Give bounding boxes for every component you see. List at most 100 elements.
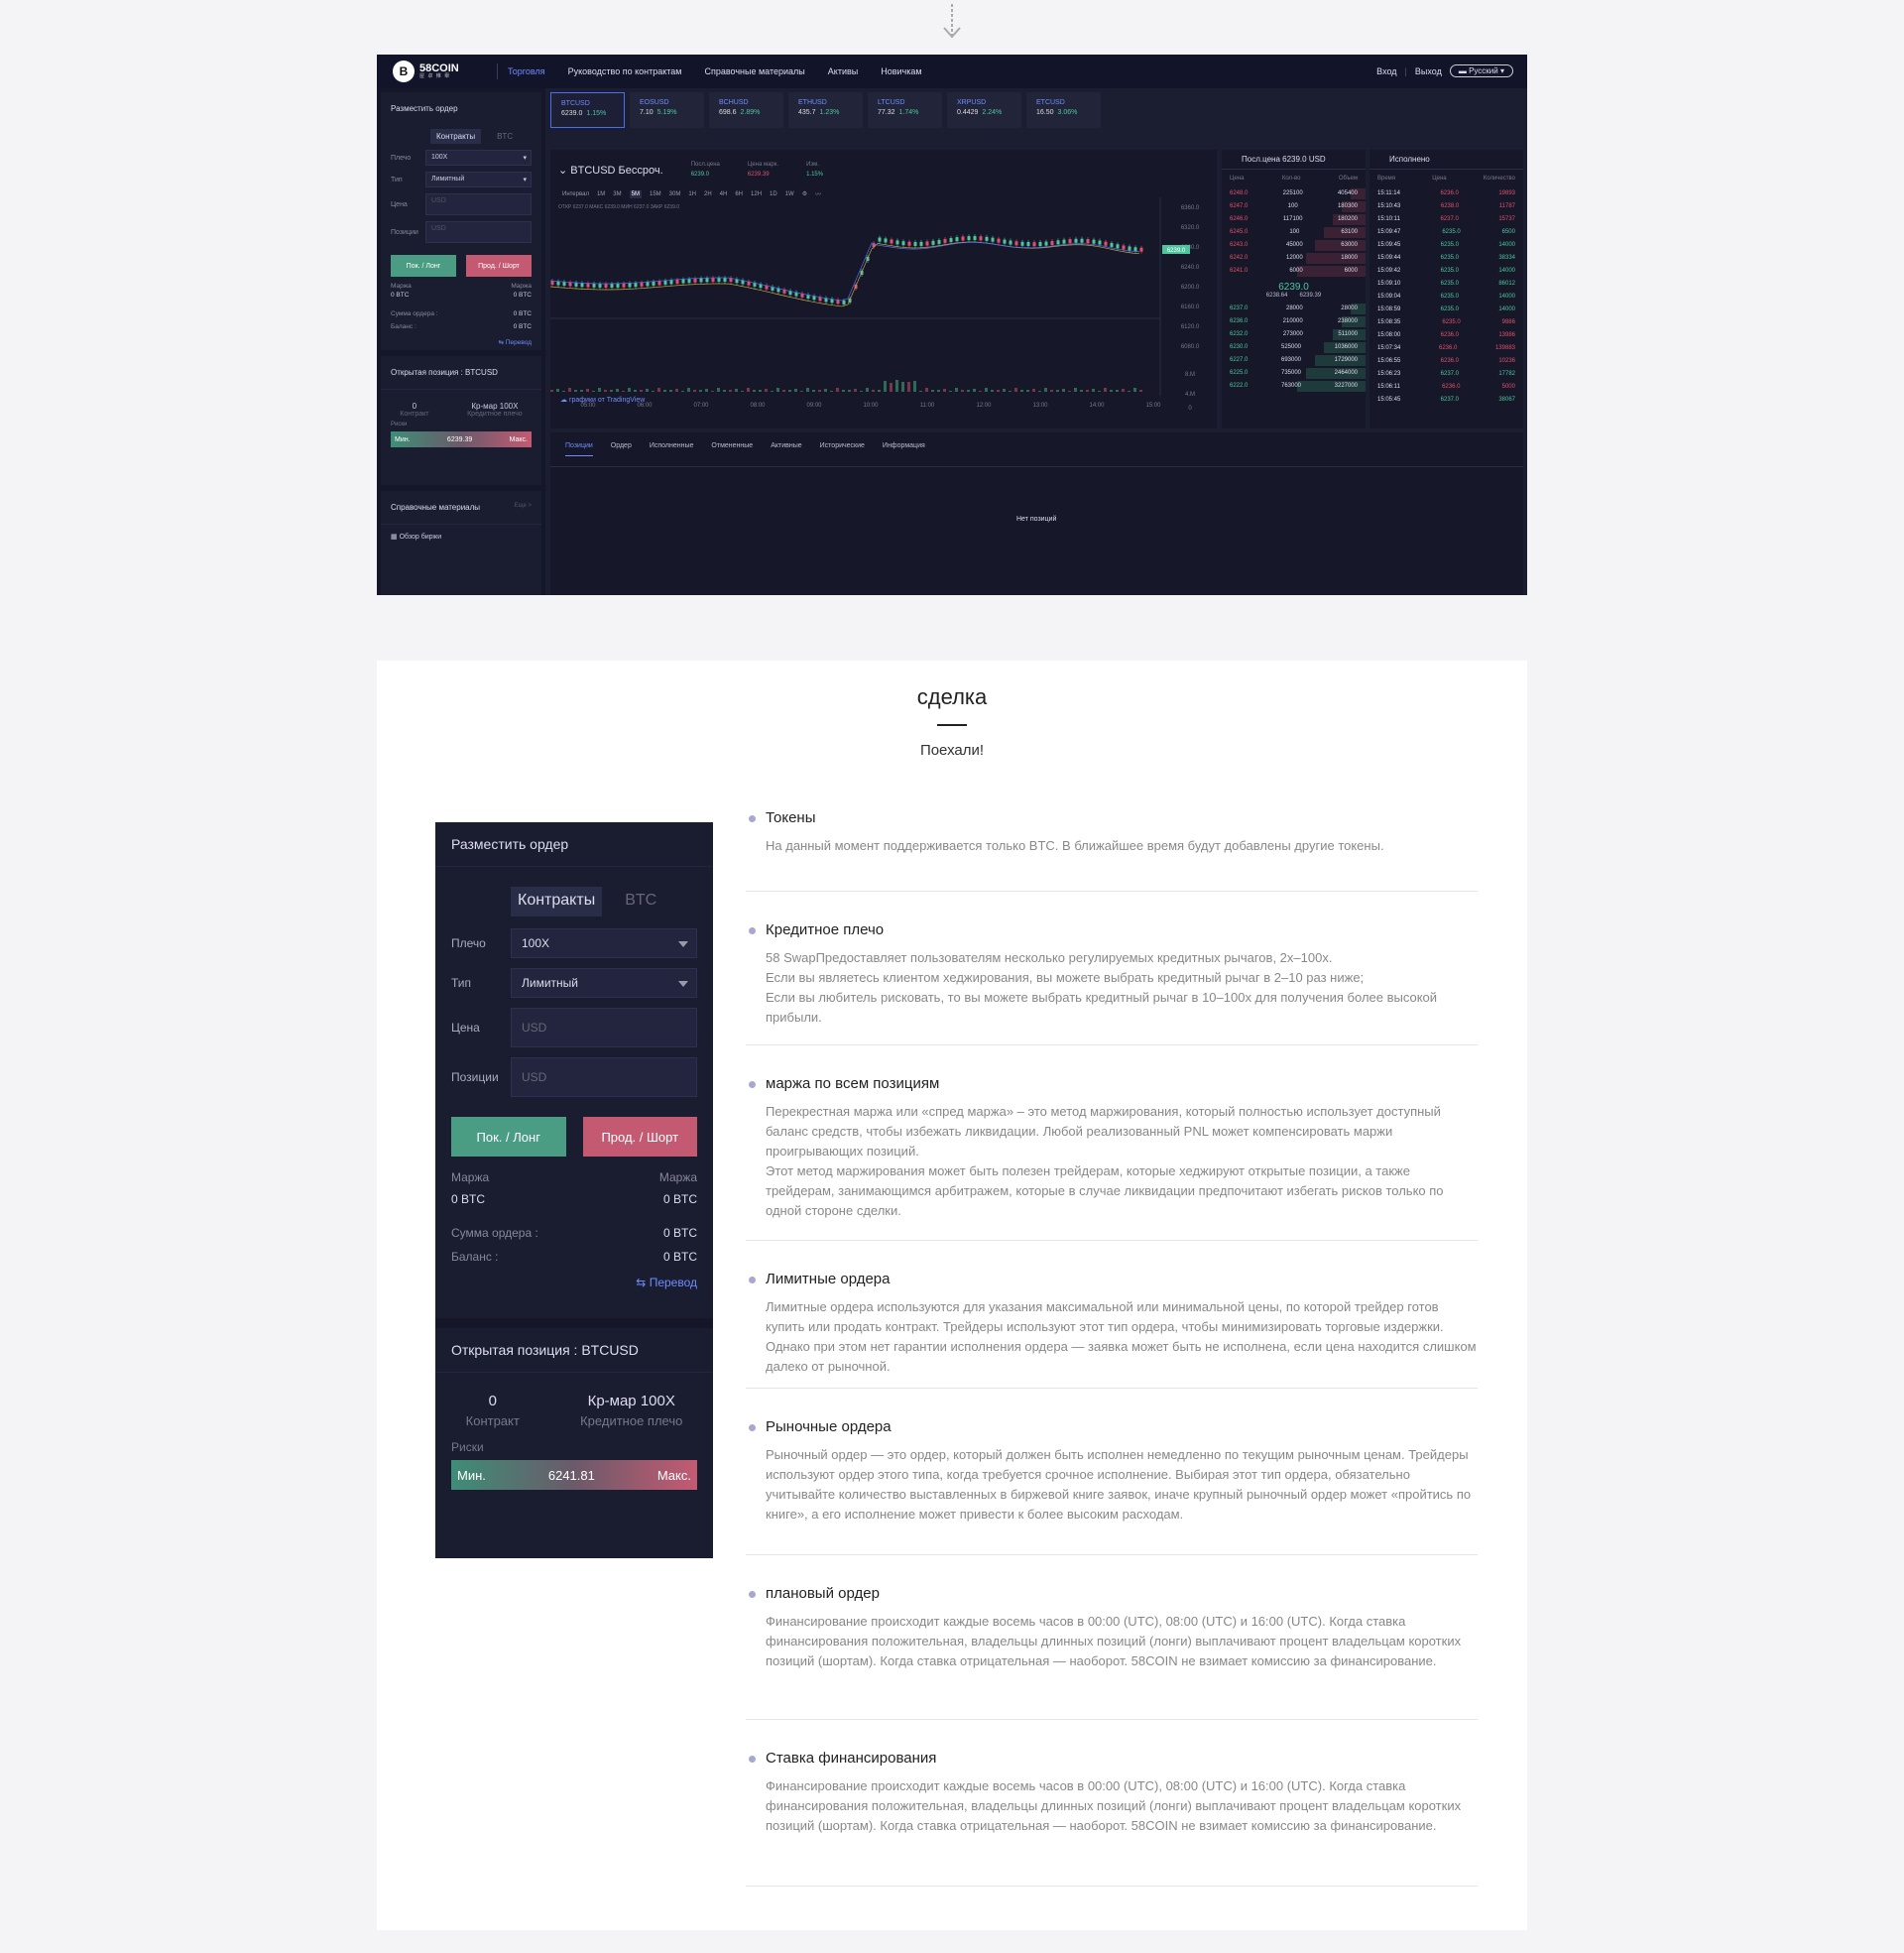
transfer-link[interactable]: ⇆ Перевод <box>381 330 541 354</box>
volume-bar <box>616 389 619 392</box>
position-input[interactable]: USD <box>425 221 532 243</box>
tab-5[interactable]: Исторические <box>820 442 865 456</box>
order-book-row[interactable]: 6242.0 12000 18000 <box>1222 252 1366 265</box>
trade-qty: 14000 <box>1498 306 1515 312</box>
interval-12н[interactable]: 12Н <box>751 191 762 197</box>
volume-bar <box>925 388 928 392</box>
volume-bar <box>681 391 684 392</box>
more-link[interactable]: Еще > <box>515 503 532 512</box>
tradingview-credit[interactable]: ☁ графики от TradingView <box>560 396 645 404</box>
ticker-ethusd[interactable]: ETHUSD 435.7 1.23% <box>788 92 863 128</box>
nav-item[interactable]: Справочные материалы <box>704 66 804 76</box>
open-position: Открытая позиция : BTCUSD 0 Контракт Кр-м… <box>381 356 541 485</box>
leverage-select[interactable]: 100X <box>511 928 697 958</box>
logout-link[interactable]: Выход <box>1415 66 1442 76</box>
position-input[interactable]: USD <box>511 1057 697 1097</box>
trade-time: 15:06:23 <box>1377 371 1401 377</box>
margin-value-right: 0 BTC <box>513 292 532 299</box>
volume-bar <box>1056 390 1059 392</box>
order-book-cell: 6237.0 <box>1230 305 1249 311</box>
candle <box>675 279 679 284</box>
ref-item[interactable]: ▦ Обзор биржи <box>381 525 541 549</box>
ref-item-label: Обзор биржи <box>399 534 442 541</box>
candle <box>1110 242 1114 247</box>
order-book-cell: 6232.0 <box>1230 331 1249 337</box>
nav-item[interactable]: Торговля <box>508 66 545 76</box>
interval-4н[interactable]: 4Н <box>720 191 728 197</box>
trade-qty: 38067 <box>1498 397 1515 403</box>
buy-long-button[interactable]: Пок. / Лонг <box>451 1117 566 1157</box>
order-book-row[interactable]: 6227.0 693000 1729000 <box>1222 354 1366 367</box>
order-book-row[interactable]: 6248.0 225100 405400 <box>1222 187 1366 200</box>
order-book-row[interactable]: 6225.0 735000 2464000 <box>1222 367 1366 380</box>
tab-1[interactable]: Ордер <box>611 442 632 456</box>
price-input[interactable]: USD <box>511 1008 697 1047</box>
gear-icon[interactable]: ⚙ <box>802 190 807 197</box>
candle <box>681 279 685 284</box>
type-select[interactable]: Лимитный ▾ <box>425 172 532 187</box>
ticker-etcusd[interactable]: ETCUSD 16.50 3.06% <box>1026 92 1101 128</box>
interval-1н[interactable]: 1Н <box>688 191 696 197</box>
transfer-link[interactable]: ⇆ Перевод <box>435 1276 713 1289</box>
interval-15м[interactable]: 15М <box>650 191 661 197</box>
ticker-xrpusd[interactable]: XRPUSD 0.4429 2.24% <box>947 92 1021 128</box>
ticker-bchusd[interactable]: BCHUSD 698.6 2.89% <box>709 92 783 128</box>
trade-qty: 9886 <box>1501 319 1515 325</box>
interval-1м[interactable]: 1М <box>597 191 605 197</box>
mark-price-sub: 6239.39 <box>1299 293 1322 299</box>
interval-30м[interactable]: 30М <box>669 191 681 197</box>
column-header: Объем <box>1338 176 1358 182</box>
sell-short-button[interactable]: Прод. / Шорт <box>466 255 532 277</box>
order-book-cell: 225100 <box>1282 190 1303 196</box>
order-book-row[interactable]: 6222.0 763000 3227000 <box>1222 380 1366 393</box>
interval-1w[interactable]: 1W <box>785 191 794 197</box>
order-book-row[interactable]: 6246.0 117100 180200 <box>1222 213 1366 226</box>
tab-4[interactable]: Активные <box>771 442 801 456</box>
volume-bar <box>1110 390 1113 392</box>
order-book-row[interactable]: 6230.0 525000 1036000 <box>1222 341 1366 354</box>
candle <box>1074 238 1078 243</box>
tab-contracts[interactable]: Контракты <box>430 129 482 144</box>
tab-btc[interactable]: BTC <box>618 887 663 916</box>
buy-long-button[interactable]: Пок. / Лонг <box>391 255 456 277</box>
tab-0[interactable]: Позиции <box>565 442 593 456</box>
ticker-price: 77.32 <box>878 109 895 116</box>
interval-2н[interactable]: 2Н <box>704 191 712 197</box>
interval-1d[interactable]: 1D <box>770 191 777 197</box>
order-book-row[interactable]: 6243.0 45000 63000 <box>1222 239 1366 252</box>
nav-item[interactable]: Руководство по контрактам <box>568 66 682 76</box>
risk-label: Риски <box>391 422 408 427</box>
type-select[interactable]: Лимитный <box>511 968 697 998</box>
order-book-row[interactable]: 6237.0 28000 28000 <box>1222 303 1366 315</box>
tab-btc[interactable]: BTC <box>491 129 519 144</box>
ticker-eosusd[interactable]: EOSUSD 7.10 5.19% <box>630 92 704 128</box>
tab-2[interactable]: Исполненные <box>650 442 694 456</box>
tab-6[interactable]: Информация <box>883 442 925 456</box>
price-input[interactable]: USD <box>425 193 532 215</box>
feature-item: Ставка финансирования Финансирование прои… <box>746 1720 1478 1887</box>
order-book-row[interactable]: 6232.0 273000 511000 <box>1222 328 1366 341</box>
ticker-ltcusd[interactable]: LTCUSD 77.32 1.74% <box>868 92 942 128</box>
order-book-row[interactable]: 6245.0 100 63100 <box>1222 226 1366 239</box>
login-link[interactable]: Вход <box>1376 66 1396 76</box>
nav-item[interactable]: Активы <box>828 66 858 76</box>
language-select[interactable]: ▬ Русский ▾ <box>1449 64 1513 77</box>
logo[interactable]: B 58COIN 屋 卓 帷 舉 <box>393 61 487 82</box>
trade-time: 15:08:59 <box>1377 306 1401 312</box>
change-label: Изм. <box>806 162 819 168</box>
ticker-btcusd[interactable]: BTCUSD 6239.0 1.15% <box>550 92 625 128</box>
order-book-row[interactable]: 6241.0 6000 6000 <box>1222 265 1366 278</box>
sell-short-button[interactable]: Прод. / Шорт <box>582 1117 697 1157</box>
trades-title: Исполнено <box>1369 150 1523 170</box>
interval-6н[interactable]: 6Н <box>735 191 743 197</box>
chart-symbol[interactable]: ⌄ BTCUSD Бессроч. <box>558 164 663 177</box>
nav-item[interactable]: Новичкам <box>881 66 921 76</box>
volume-bar <box>812 390 815 392</box>
volume-bar <box>634 390 637 392</box>
order-book-row[interactable]: 6247.0 100 180300 <box>1222 200 1366 213</box>
tab-contracts[interactable]: Контракты <box>511 887 603 916</box>
interval-3м[interactable]: 3М <box>613 191 621 197</box>
tab-3[interactable]: Отмененные <box>711 442 753 456</box>
order-book-row[interactable]: 6236.0 210000 238000 <box>1222 315 1366 328</box>
leverage-select[interactable]: 100X ▾ <box>425 150 532 166</box>
